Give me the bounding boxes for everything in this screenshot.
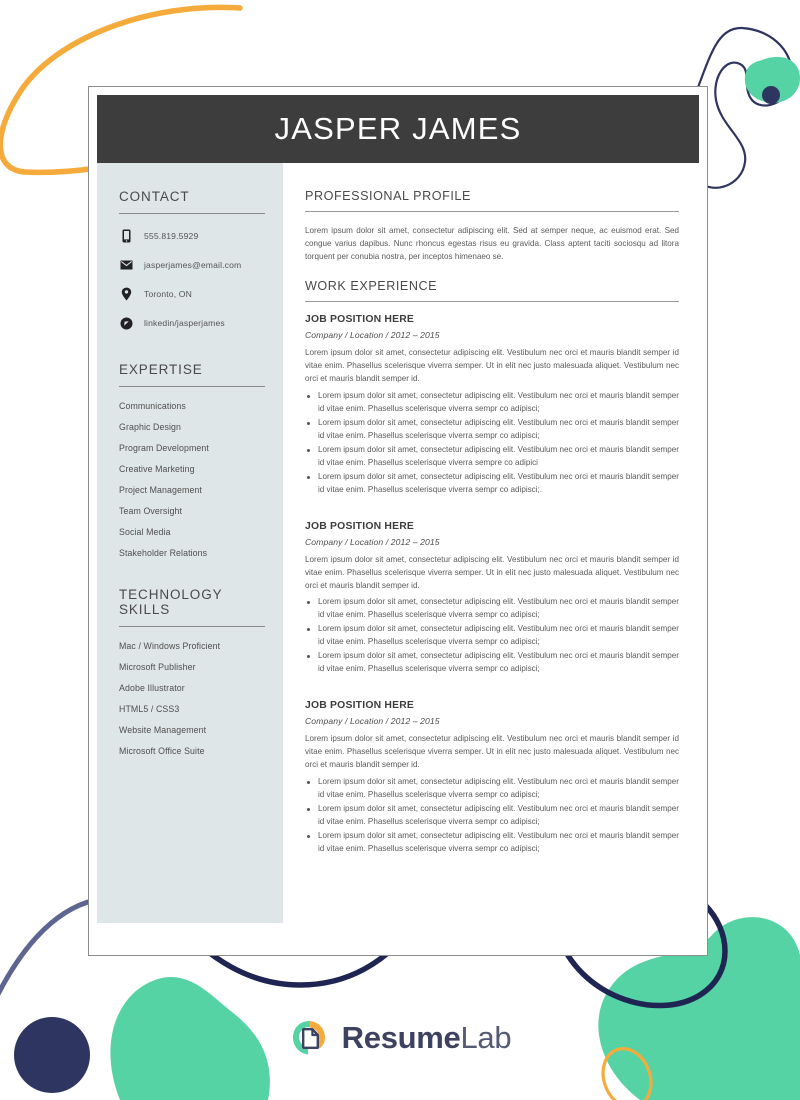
list-item: Creative Marketing: [119, 464, 195, 474]
brand-name-bold: Resume: [341, 1020, 461, 1055]
list-item: Social Media: [119, 527, 171, 537]
list-item: Project Management: [119, 485, 202, 495]
job-bullet-list: Lorem ipsum dolor sit amet, consectetur …: [305, 390, 679, 497]
contact-item-email[interactable]: jasperjames@email.com: [119, 257, 265, 273]
list-item: Communications: [119, 401, 186, 411]
envelope-icon: [119, 257, 134, 273]
contact-email-value: jasperjames@email.com: [144, 260, 242, 270]
resumelab-logo[interactable]: ResumeLab: [0, 1018, 800, 1058]
resumelab-wordmark: ResumeLab: [342, 1020, 512, 1056]
list-item: Microsoft Publisher: [119, 662, 196, 672]
job-description: Lorem ipsum dolor sit amet, consectetur …: [305, 734, 679, 769]
list-item: Program Development: [119, 443, 209, 453]
job-title: JOB POSITION HERE: [305, 700, 415, 712]
contact-item-linkedin[interactable]: linkedin/jasperjames: [119, 315, 265, 331]
list-item: Stakeholder Relations: [119, 548, 208, 558]
expertise-divider: [119, 386, 265, 387]
technology-divider: [119, 626, 265, 627]
job-bullet: Lorem ipsum dolor sit amet, consectetur …: [305, 390, 679, 416]
profile-paragraph: Lorem ipsum dolor sit amet, consectetur …: [305, 226, 679, 262]
resume-sidebar: CONTACT 555.819.5929 jasperjames@email.c…: [97, 163, 283, 923]
contact-location-value: Toronto, ON: [144, 289, 192, 299]
contact-section-title: CONTACT: [119, 189, 190, 204]
list-item: Website Management: [119, 725, 207, 735]
brand-name-light: Lab: [460, 1020, 512, 1055]
job-bullet-list: Lorem ipsum dolor sit amet, consectetur …: [305, 596, 679, 676]
compass-icon: [119, 315, 134, 331]
experience-entry: JOB POSITION HERE Company / Location / 2…: [305, 700, 679, 855]
contact-item-location[interactable]: Toronto, ON: [119, 286, 265, 302]
list-item: Mac / Windows Proficient: [119, 641, 221, 651]
contact-phone-value: 555.819.5929: [144, 231, 199, 241]
list-item: Adobe Illustrator: [119, 683, 185, 693]
job-spacer: [305, 512, 679, 521]
experience-section-title: WORK EXPERIENCE: [305, 279, 438, 294]
job-meta: Company / Location / 2012 – 2015: [305, 536, 440, 547]
job-bullet: Lorem ipsum dolor sit amet, consectetur …: [305, 623, 679, 649]
list-item: Graphic Design: [119, 422, 182, 432]
job-spacer: [305, 691, 679, 700]
contact-divider: [119, 213, 265, 214]
list-item: HTML5 / CSS3: [119, 704, 180, 714]
job-description: Lorem ipsum dolor sit amet, consectetur …: [305, 348, 679, 384]
green-blob-top: [744, 56, 800, 103]
job-meta: Company / Location / 2012 – 2015: [305, 716, 440, 727]
resume-body: CONTACT 555.819.5929 jasperjames@email.c…: [97, 163, 699, 923]
resume-document-preview[interactable]: JASPER JAMES CONTACT 555.819.5929 jasper…: [88, 86, 708, 956]
resumelab-mark-icon: [292, 1021, 325, 1055]
contact-linkedin-value: linkedin/jasperjames: [144, 318, 225, 328]
map-pin-icon: [119, 286, 134, 302]
technology-list: Mac / Windows Proficient Microsoft Publi…: [119, 641, 265, 756]
expertise-list: Communications Graphic Design Program De…: [119, 401, 265, 558]
list-item: Team Oversight: [119, 506, 182, 516]
profile-divider: [305, 211, 679, 212]
resume-header-bar: JASPER JAMES: [97, 95, 699, 163]
resume-main-column: PROFESSIONAL PROFILE Lorem ipsum dolor s…: [283, 163, 699, 881]
job-bullet: Lorem ipsum dolor sit amet, consectetur …: [305, 803, 679, 829]
job-bullet: Lorem ipsum dolor sit amet, consectetur …: [305, 776, 679, 802]
experience-divider: [305, 301, 679, 303]
expertise-section-title: EXPERTISE: [119, 362, 203, 377]
job-bullet: Lorem ipsum dolor sit amet, consectetur …: [305, 830, 679, 856]
job-bullet: Lorem ipsum dolor sit amet, consectetur …: [305, 417, 679, 443]
experience-entry: JOB POSITION HERE Company / Location / 2…: [305, 521, 679, 676]
job-bullet: Lorem ipsum dolor sit amet, consectetur …: [305, 444, 679, 470]
job-bullet: Lorem ipsum dolor sit amet, consectetur …: [305, 650, 679, 676]
job-meta: Company / Location / 2012 – 2015: [305, 330, 440, 341]
technology-section-title: TECHNOLOGY SKILLS: [119, 587, 223, 617]
phone-icon: [119, 228, 134, 244]
experience-entry: JOB POSITION HERE Company / Location / 2…: [305, 314, 679, 496]
job-title: JOB POSITION HERE: [305, 520, 415, 532]
job-title: JOB POSITION HERE: [305, 314, 415, 326]
list-item: Microsoft Office Suite: [119, 746, 205, 756]
job-bullet: Lorem ipsum dolor sit amet, consectetur …: [305, 471, 679, 497]
job-bullet-list: Lorem ipsum dolor sit amet, consectetur …: [305, 776, 679, 856]
profile-section-title: PROFESSIONAL PROFILE: [305, 189, 471, 203]
contact-item-phone[interactable]: 555.819.5929: [119, 228, 265, 244]
navy-dot-top: [762, 86, 780, 104]
candidate-name: JASPER JAMES: [274, 111, 522, 146]
job-bullet: Lorem ipsum dolor sit amet, consectetur …: [305, 596, 679, 622]
job-description: Lorem ipsum dolor sit amet, consectetur …: [305, 554, 679, 590]
